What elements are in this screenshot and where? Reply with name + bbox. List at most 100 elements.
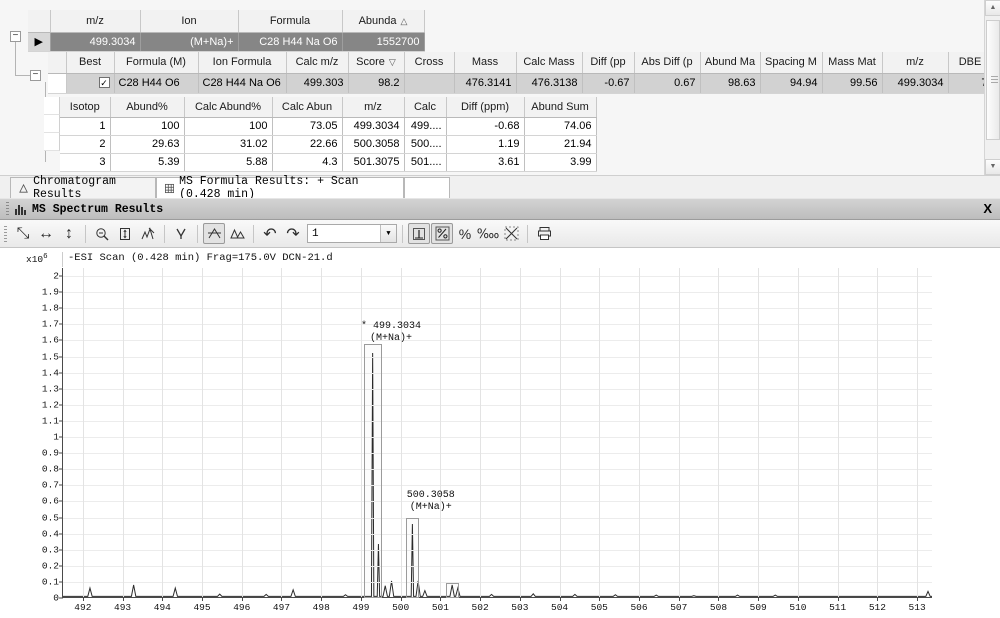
scrollbar-thumb[interactable] xyxy=(986,20,1000,140)
scroll-up-button[interactable]: ▲ xyxy=(985,0,1000,16)
col-header-mass[interactable]: Mass xyxy=(454,52,517,74)
col-header-calc-abund[interactable]: Calc Abun xyxy=(272,97,343,118)
undo-icon[interactable]: ↶ xyxy=(259,223,281,244)
tab-chromatogram-results[interactable]: Chromatogram Results xyxy=(10,175,156,201)
x-axis-tick-mark xyxy=(241,597,243,601)
toolbar-grip-icon[interactable] xyxy=(4,225,7,242)
col-header-best[interactable]: Best xyxy=(66,52,115,74)
scroll-down-button[interactable]: ▼ xyxy=(985,159,1000,175)
col-header-abundance[interactable]: Abunda △ xyxy=(342,10,425,33)
close-icon[interactable]: X xyxy=(983,201,992,216)
x-axis-tick-mark xyxy=(519,597,521,601)
table-row[interactable]: ✓ C28 H44 O6 C28 H44 Na O6 499.303 98.2 … xyxy=(48,73,993,94)
x-axis-tick-label: 502 xyxy=(471,602,489,613)
col-header-formula[interactable]: Formula xyxy=(238,10,343,33)
peak-selection-box[interactable] xyxy=(446,582,459,598)
cell-iso-diff-ppm: 3.61 xyxy=(446,153,525,172)
col-header-abund-match[interactable]: Abund Ma xyxy=(700,52,761,74)
gridline-vertical xyxy=(519,268,521,597)
redo-icon[interactable]: ↷ xyxy=(282,223,304,244)
expander-level1[interactable]: − xyxy=(10,31,21,42)
extract-formula-icon[interactable] xyxy=(500,223,522,244)
gridline-horizontal xyxy=(63,549,932,551)
peak-annotation: 500.3058 (M+Na)+ xyxy=(407,490,455,514)
zoom-out-icon[interactable] xyxy=(91,223,113,244)
permille-icon[interactable]: ‱ xyxy=(477,223,500,244)
col-header-expand[interactable] xyxy=(28,10,51,33)
col-header-diff-ppm[interactable]: Diff (pp xyxy=(582,52,635,74)
col-header-mz[interactable]: m/z xyxy=(50,10,141,33)
y-axis-tick-mark xyxy=(59,452,63,454)
row-selector-arrow-icon[interactable]: ▶ xyxy=(28,32,51,52)
col-header-ion[interactable]: Ion xyxy=(140,10,239,33)
autoscale-icon[interactable] xyxy=(137,223,159,244)
cell-abs-diff-ppm: 0.67 xyxy=(634,73,701,94)
col-header-iso-diff-ppm[interactable]: Diff (ppm) xyxy=(446,97,525,118)
annotate-peak-icon[interactable] xyxy=(203,223,225,244)
pointer-select-icon[interactable] xyxy=(170,223,192,244)
percent-scale-icon[interactable] xyxy=(431,223,453,244)
x-axis-tick-label: 506 xyxy=(630,602,648,613)
x-axis-tick-mark xyxy=(599,597,601,601)
expander-level2[interactable]: − xyxy=(30,70,41,81)
gridline-vertical xyxy=(162,268,164,597)
col-header-formula-m[interactable]: Formula (M) xyxy=(114,52,199,74)
gridline-horizontal xyxy=(63,517,932,519)
best-checkbox[interactable]: ✓ xyxy=(98,77,110,88)
y-axis-tick-mark xyxy=(59,404,63,406)
sort-indicator-icon: △ xyxy=(400,15,408,26)
gridline-horizontal xyxy=(63,356,932,358)
y-axis-tick-mark xyxy=(59,420,63,422)
table-row[interactable]: 2 29.63 31.02 22.66 500.3058 500.... 1.1… xyxy=(60,134,597,154)
spectrum-window-titlebar[interactable]: MS Spectrum Results X xyxy=(0,198,1000,220)
zoom-horizontal-icon[interactable]: ↔ xyxy=(35,223,57,244)
gridline-vertical xyxy=(639,268,641,597)
plot-axes-area[interactable]: 0 0.1 0.2 0.3 0.4 0.5 0.6 0.7 0.8 0.9 1 1.1 1.2 1.3 1.… xyxy=(42,268,932,613)
gridline-horizontal xyxy=(63,372,932,374)
col-header-mz2[interactable]: m/z xyxy=(882,52,949,74)
col-header-calc-abund-pct[interactable]: Calc Abund% xyxy=(184,97,273,118)
x-axis-tick-label: 507 xyxy=(670,602,688,613)
col-header-iso-mz[interactable]: m/z xyxy=(342,97,405,118)
col-header-abund-sum[interactable]: Abund Sum xyxy=(524,97,597,118)
col-header-spacing-match[interactable]: Spacing M xyxy=(760,52,823,74)
overlay-spectra-icon[interactable] xyxy=(226,223,248,244)
tab-ms-formula-results[interactable]: MS Formula Results: + Scan (0.428 min) xyxy=(156,175,404,201)
table-row[interactable]: 1 100 100 73.05 499.3034 499.... -0.68 7… xyxy=(60,117,597,136)
col-header-ion-formula[interactable]: Ion Formula xyxy=(198,52,287,74)
col-header-score[interactable]: Score ▽ xyxy=(348,52,405,74)
cell-isotope: 2 xyxy=(60,134,111,154)
col-header-iso-calc[interactable]: Calc xyxy=(404,97,447,118)
col-header-isotope[interactable]: Isotop xyxy=(60,97,111,118)
tab-empty-slot[interactable] xyxy=(404,177,450,198)
col-header-abund-pct[interactable]: Abund% xyxy=(110,97,185,118)
col-header-calc-mass[interactable]: Calc Mass xyxy=(516,52,583,74)
col-header-mass-match[interactable]: Mass Mat xyxy=(822,52,883,74)
scale-factor-combo[interactable]: 1 ▼ xyxy=(307,224,397,243)
table-header-row: Best Formula (M) Ion Formula Calc m/z Sc… xyxy=(48,52,993,74)
cell-best-checkbox[interactable]: ✓ xyxy=(66,73,115,94)
print-icon[interactable] xyxy=(533,223,555,244)
gridline-vertical xyxy=(440,268,442,597)
col-header-cross[interactable]: Cross xyxy=(404,52,455,74)
results-vertical-scrollbar[interactable]: ▲ ▼ xyxy=(984,0,1000,175)
col-header-abs-diff-ppm[interactable]: Abs Diff (p xyxy=(634,52,701,74)
zoom-vertical-icon[interactable]: ↕ xyxy=(58,223,80,244)
x-axis-tick-label: 494 xyxy=(153,602,171,613)
peak-selection-box[interactable] xyxy=(406,517,420,598)
table-row[interactable]: 3 5.39 5.88 4.3 501.3075 501.... 3.61 3.… xyxy=(60,153,597,172)
cell-iso-mz: 501.3075 xyxy=(342,153,405,172)
table-row[interactable]: ▶ 499.3034 (M+Na)+ C28 H44 Na O6 1552700 xyxy=(28,32,425,52)
drag-grip-icon[interactable] xyxy=(6,202,9,216)
toolbar-separator xyxy=(527,224,528,243)
chevron-down-icon[interactable]: ▼ xyxy=(380,225,396,242)
cell-abund-match: 98.63 xyxy=(700,73,761,94)
zoom-diagonal-icon[interactable]: ⤡ xyxy=(12,223,34,244)
peak-selection-box[interactable] xyxy=(364,343,382,598)
show-baseline-icon[interactable] xyxy=(408,223,430,244)
percent-icon[interactable]: % xyxy=(454,223,476,244)
fit-vertical-icon[interactable] xyxy=(114,223,136,244)
col-header-calc-mz[interactable]: Calc m/z xyxy=(286,52,349,74)
x-axis-tick-label: 495 xyxy=(193,602,211,613)
cell-calc-abund: 22.66 xyxy=(272,134,343,154)
